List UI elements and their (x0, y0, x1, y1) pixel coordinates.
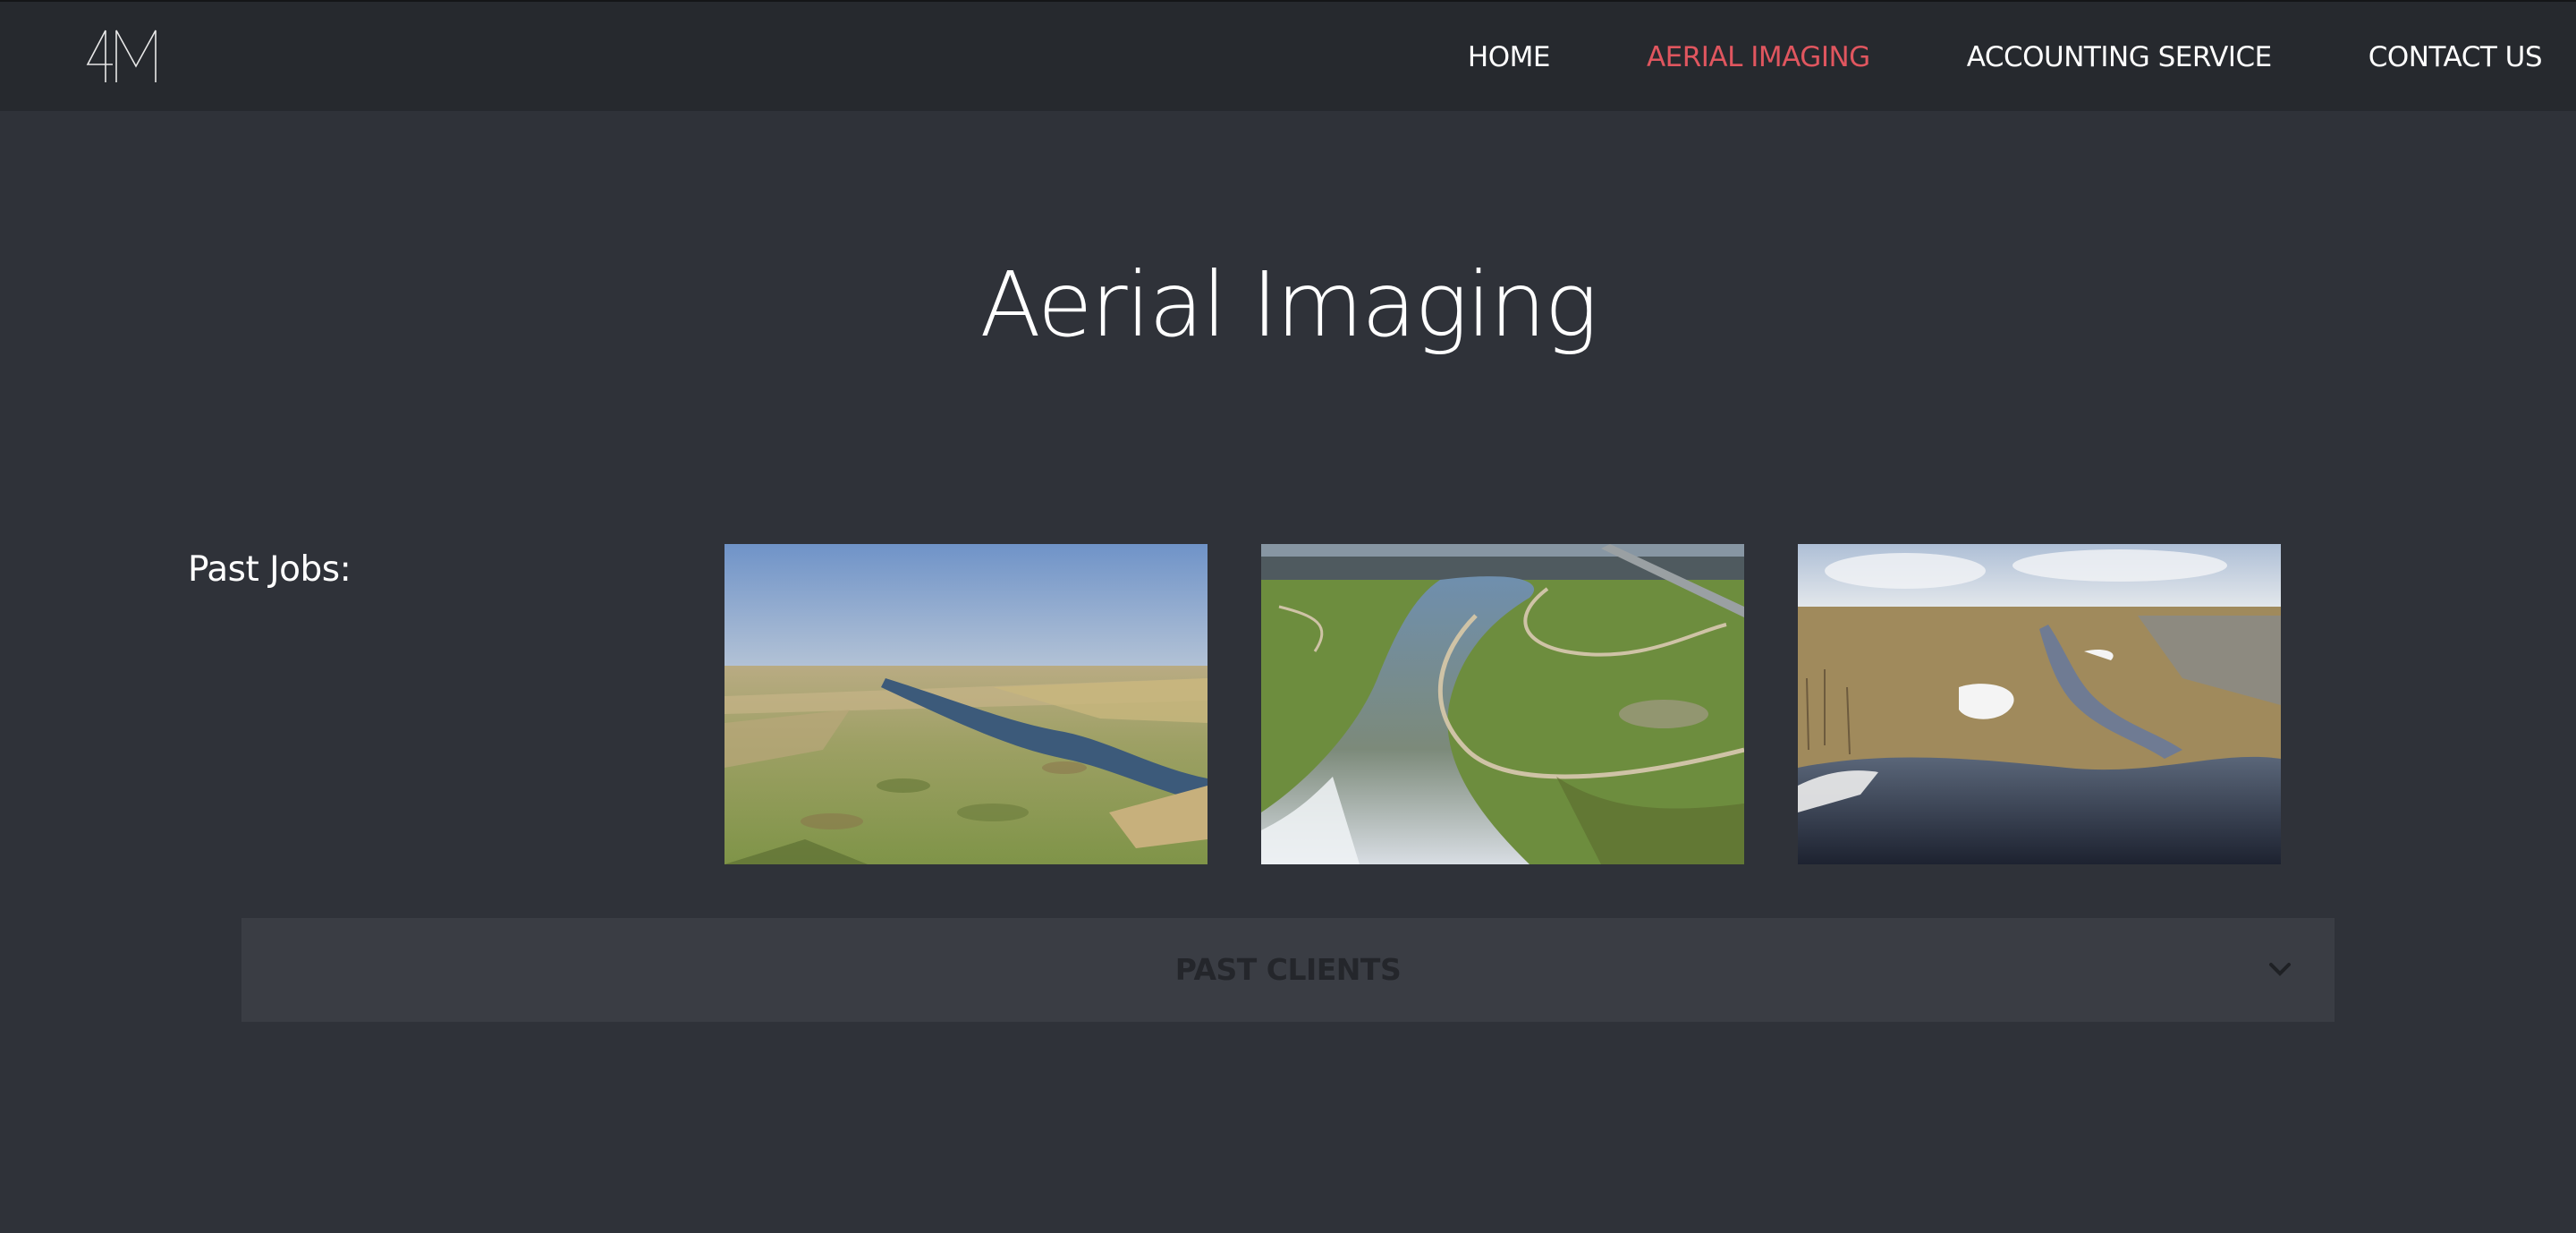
nav-contact-us-link[interactable]: CONTACT US (2368, 41, 2543, 73)
nav-aerial-imaging-link[interactable]: AERIAL IMAGING (1647, 41, 1870, 73)
past-job-photo-3[interactable] (1798, 544, 2281, 864)
chevron-down-icon[interactable] (2267, 957, 2293, 982)
nav-home-link[interactable]: HOME (1468, 41, 1551, 73)
past-clients-title: PAST CLIENTS (1174, 952, 1402, 987)
past-jobs-label: Past Jobs: (188, 549, 352, 590)
main-nav: HOME AERIAL IMAGING ACCOUNTING SERVICE C… (1371, 2, 2543, 113)
past-job-photo-1[interactable] (724, 544, 1208, 864)
logo[interactable] (86, 27, 161, 84)
nav-accounting-service-link[interactable]: ACCOUNTING SERVICE (1967, 41, 2273, 73)
top-navigation-bar: HOME AERIAL IMAGING ACCOUNTING SERVICE C… (0, 0, 2576, 111)
past-job-photo-2[interactable] (1261, 544, 1744, 864)
page-title: Aerial Imaging (979, 252, 1597, 357)
logo-mark-icon (86, 30, 157, 82)
past-clients-accordion[interactable]: PAST CLIENTS (242, 918, 2334, 1022)
